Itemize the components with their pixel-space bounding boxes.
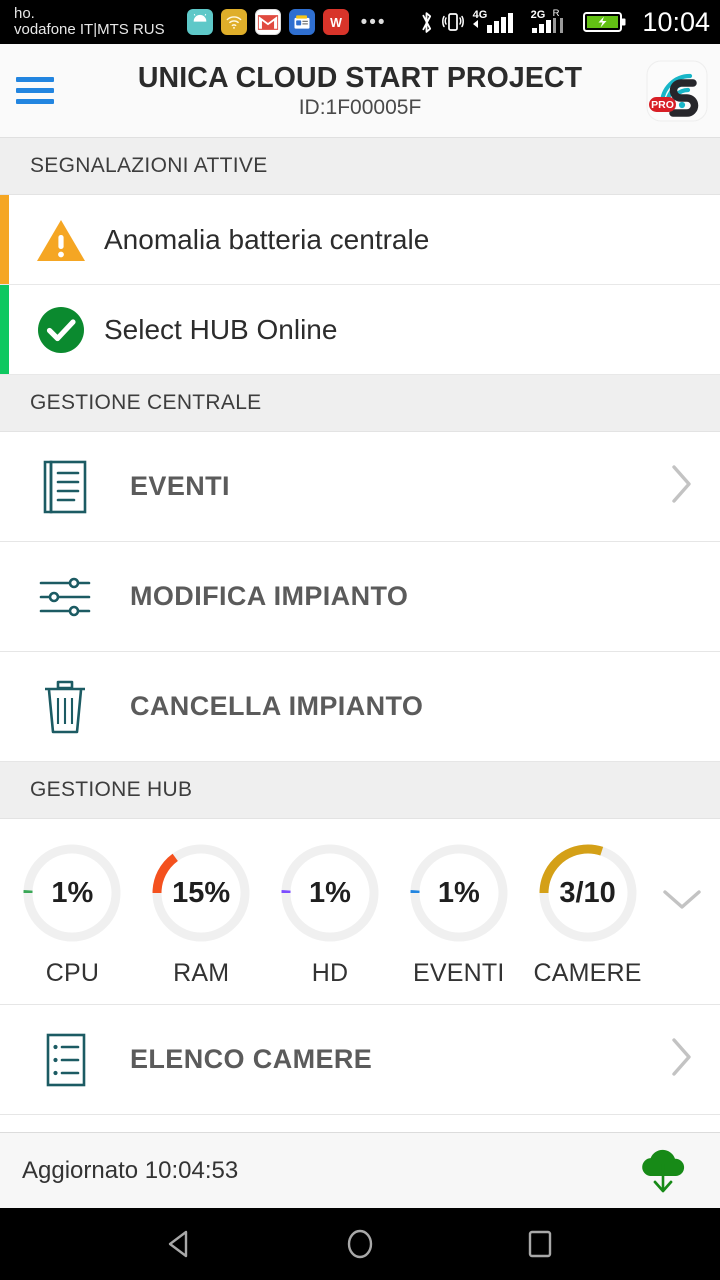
gauge-group: 1% CPU 15% RAM <box>8 841 652 988</box>
google-news-icon <box>289 9 315 35</box>
carrier-line-1: ho. <box>14 6 165 22</box>
menu-label: CANCELLA IMPIANTO <box>130 691 423 722</box>
trash-icon <box>0 676 130 738</box>
gauge-dial: 3/10 <box>536 841 640 945</box>
content-spacer <box>0 1115 720 1132</box>
menu-label: ELENCO CAMERE <box>130 1044 372 1075</box>
main-content: SEGNALAZIONI ATTIVE Anomalia batteria ce… <box>0 138 720 1208</box>
gauge-dial: 1% <box>20 841 124 945</box>
svg-text:2G: 2G <box>531 9 546 21</box>
status-bar: ho. vodafone IT|MTS RUS <box>0 0 720 44</box>
sliders-icon <box>0 571 130 623</box>
overflow-dots-icon: ••• <box>361 13 387 32</box>
hub-gauges-panel: 1% CPU 15% RAM <box>0 819 720 1005</box>
document-list-icon <box>0 456 130 518</box>
menu-row-cancella-impianto[interactable]: CANCELLA IMPIANTO <box>0 652 720 762</box>
menu-label: MODIFICA IMPIANTO <box>130 581 408 612</box>
carrier-label: ho. vodafone IT|MTS RUS <box>14 6 165 38</box>
vibrate-icon <box>442 9 464 35</box>
phone-screen: ho. vodafone IT|MTS RUS <box>0 0 720 1280</box>
updated-timestamp: Aggiornato 10:04:53 <box>22 1157 238 1185</box>
gauge-label: EVENTI <box>413 959 505 988</box>
alert-label: Select HUB Online <box>104 314 337 346</box>
gauge-label: HD <box>312 959 349 988</box>
chevron-right-icon <box>668 463 694 510</box>
section-header-hub: GESTIONE HUB <box>0 762 720 819</box>
svg-text:R: R <box>553 8 560 19</box>
svg-text:4G: 4G <box>473 9 488 21</box>
gauge-value: 1% <box>278 841 382 945</box>
bluetooth-icon <box>418 9 435 36</box>
hamburger-icon[interactable] <box>12 69 58 113</box>
gauge-dial: 1% <box>278 841 382 945</box>
gmail-icon <box>255 9 281 35</box>
menu-row-elenco-camere[interactable]: ELENCO CAMERE <box>0 1005 720 1115</box>
home-button[interactable] <box>325 1214 395 1274</box>
warning-triangle-icon <box>18 216 104 264</box>
gauge-camere[interactable]: 3/10 CAMERE <box>532 841 644 988</box>
wifi-hotspot-icon <box>221 9 247 35</box>
recents-button[interactable] <box>505 1214 575 1274</box>
status-clock: 10:04 <box>642 7 710 38</box>
gauge-cpu[interactable]: 1% CPU <box>16 841 128 988</box>
menu-row-eventi[interactable]: EVENTI <box>0 432 720 542</box>
android-icon <box>187 9 213 35</box>
gauge-label: RAM <box>173 959 229 988</box>
back-button[interactable] <box>145 1214 215 1274</box>
gauge-ram[interactable]: 15% RAM <box>145 841 257 988</box>
cloud-download-icon[interactable] <box>632 1143 694 1199</box>
wps-office-icon: W <box>323 9 349 35</box>
gauge-hd[interactable]: 1% HD <box>274 841 386 988</box>
notification-icons: W ••• <box>187 9 387 35</box>
gauge-value: 1% <box>20 841 124 945</box>
svg-text:W: W <box>330 16 342 30</box>
menu-row-modifica-impianto[interactable]: MODIFICA IMPIANTO <box>0 542 720 652</box>
app-logo: PRO <box>646 60 708 122</box>
carrier-line-2: vodafone IT|MTS RUS <box>14 22 165 38</box>
chevron-right-icon <box>668 1036 694 1083</box>
page-title: UNICA CLOUD START PROJECT <box>0 62 720 95</box>
alert-row-hub-online[interactable]: Select HUB Online <box>0 285 720 375</box>
list-document-icon <box>0 1030 130 1090</box>
signal-4g-icon: 4G <box>471 7 521 37</box>
app-header: UNICA CLOUD START PROJECT ID:1F00005F PR… <box>0 44 720 138</box>
gauge-value: 15% <box>149 841 253 945</box>
gauge-value: 1% <box>407 841 511 945</box>
signal-2g-roaming-icon: 2G R <box>528 7 576 37</box>
menu-label: EVENTI <box>130 471 230 502</box>
gauge-label: CPU <box>46 959 99 988</box>
alert-status-bar <box>0 285 9 374</box>
android-nav-bar <box>0 1208 720 1280</box>
section-header-alerts: SEGNALAZIONI ATTIVE <box>0 138 720 195</box>
section-header-central: GESTIONE CENTRALE <box>0 375 720 432</box>
check-circle-icon <box>18 305 104 355</box>
page-subtitle: ID:1F00005F <box>0 96 720 120</box>
header-title-block: UNICA CLOUD START PROJECT ID:1F00005F <box>0 62 720 120</box>
alert-status-bar <box>0 195 9 284</box>
system-status-icons: 4G 2G R <box>418 7 710 38</box>
gauge-eventi[interactable]: 1% EVENTI <box>403 841 515 988</box>
footer-updated-bar: Aggiornato 10:04:53 <box>0 1132 720 1208</box>
alert-label: Anomalia batteria centrale <box>104 224 429 256</box>
gauge-label: CAMERE <box>533 959 641 988</box>
chevron-down-icon[interactable] <box>652 887 712 943</box>
svg-text:PRO: PRO <box>651 99 674 111</box>
gauge-dial: 1% <box>407 841 511 945</box>
gauge-value: 3/10 <box>536 841 640 945</box>
battery-charging-icon <box>583 10 627 34</box>
gauge-dial: 15% <box>149 841 253 945</box>
pro-badge: PRO <box>649 97 676 112</box>
alert-row-battery[interactable]: Anomalia batteria centrale <box>0 195 720 285</box>
